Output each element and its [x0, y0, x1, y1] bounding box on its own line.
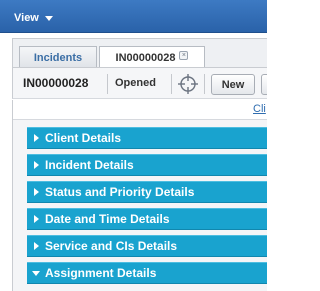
incident-record-screen: View Incidents IN00000028 × IN00000028 O… [0, 0, 267, 291]
chevron-right-icon [34, 188, 39, 196]
section-label: Incident Details [45, 158, 134, 172]
section-label: Assignment Details [45, 266, 157, 280]
clipped-link[interactable]: Cli [253, 103, 266, 115]
divider [107, 74, 108, 94]
section-label: Client Details [45, 131, 122, 145]
tab-incidents[interactable]: Incidents [19, 46, 97, 68]
tab-incident-record[interactable]: IN00000028 × [99, 46, 205, 69]
chevron-right-icon [34, 161, 39, 169]
chevron-down-icon [44, 16, 53, 21]
tab-strip: Incidents IN00000028 × [12, 38, 267, 69]
next-toolbar-button[interactable] [261, 74, 267, 95]
section-label: Service and CIs Details [45, 239, 178, 253]
record-status: Opened [115, 77, 156, 89]
section-label: Date and Time Details [45, 212, 170, 226]
record-header: IN00000028 Opened New [12, 67, 267, 99]
section-assignment-details[interactable]: Assignment Details [27, 262, 267, 284]
new-button[interactable]: New [211, 74, 255, 95]
tab-incidents-label: Incidents [33, 51, 83, 64]
sections-panel: Client Details Incident Details Status a… [12, 120, 267, 291]
section-service-cis-details[interactable]: Service and CIs Details [27, 235, 267, 257]
section-status-priority-details[interactable]: Status and Priority Details [27, 181, 267, 203]
divider [171, 74, 172, 94]
crosshair-icon[interactable] [177, 73, 199, 95]
chevron-right-icon [34, 215, 39, 223]
chevron-right-icon [34, 242, 39, 250]
close-icon[interactable]: × [179, 50, 189, 60]
tab-incident-record-label: IN00000028 [115, 52, 176, 64]
view-menu-button[interactable]: View [14, 9, 53, 27]
record-id: IN00000028 [23, 76, 89, 90]
section-client-details[interactable]: Client Details [27, 127, 267, 149]
divider [204, 74, 205, 94]
top-menu-bar: View [0, 0, 267, 33]
section-label: Status and Priority Details [45, 185, 195, 199]
section-date-time-details[interactable]: Date and Time Details [27, 208, 267, 230]
view-menu-label: View [14, 12, 39, 24]
link-row: Cli [12, 100, 267, 120]
chevron-right-icon [34, 134, 39, 142]
section-incident-details[interactable]: Incident Details [27, 154, 267, 176]
chevron-down-icon [32, 270, 40, 276]
